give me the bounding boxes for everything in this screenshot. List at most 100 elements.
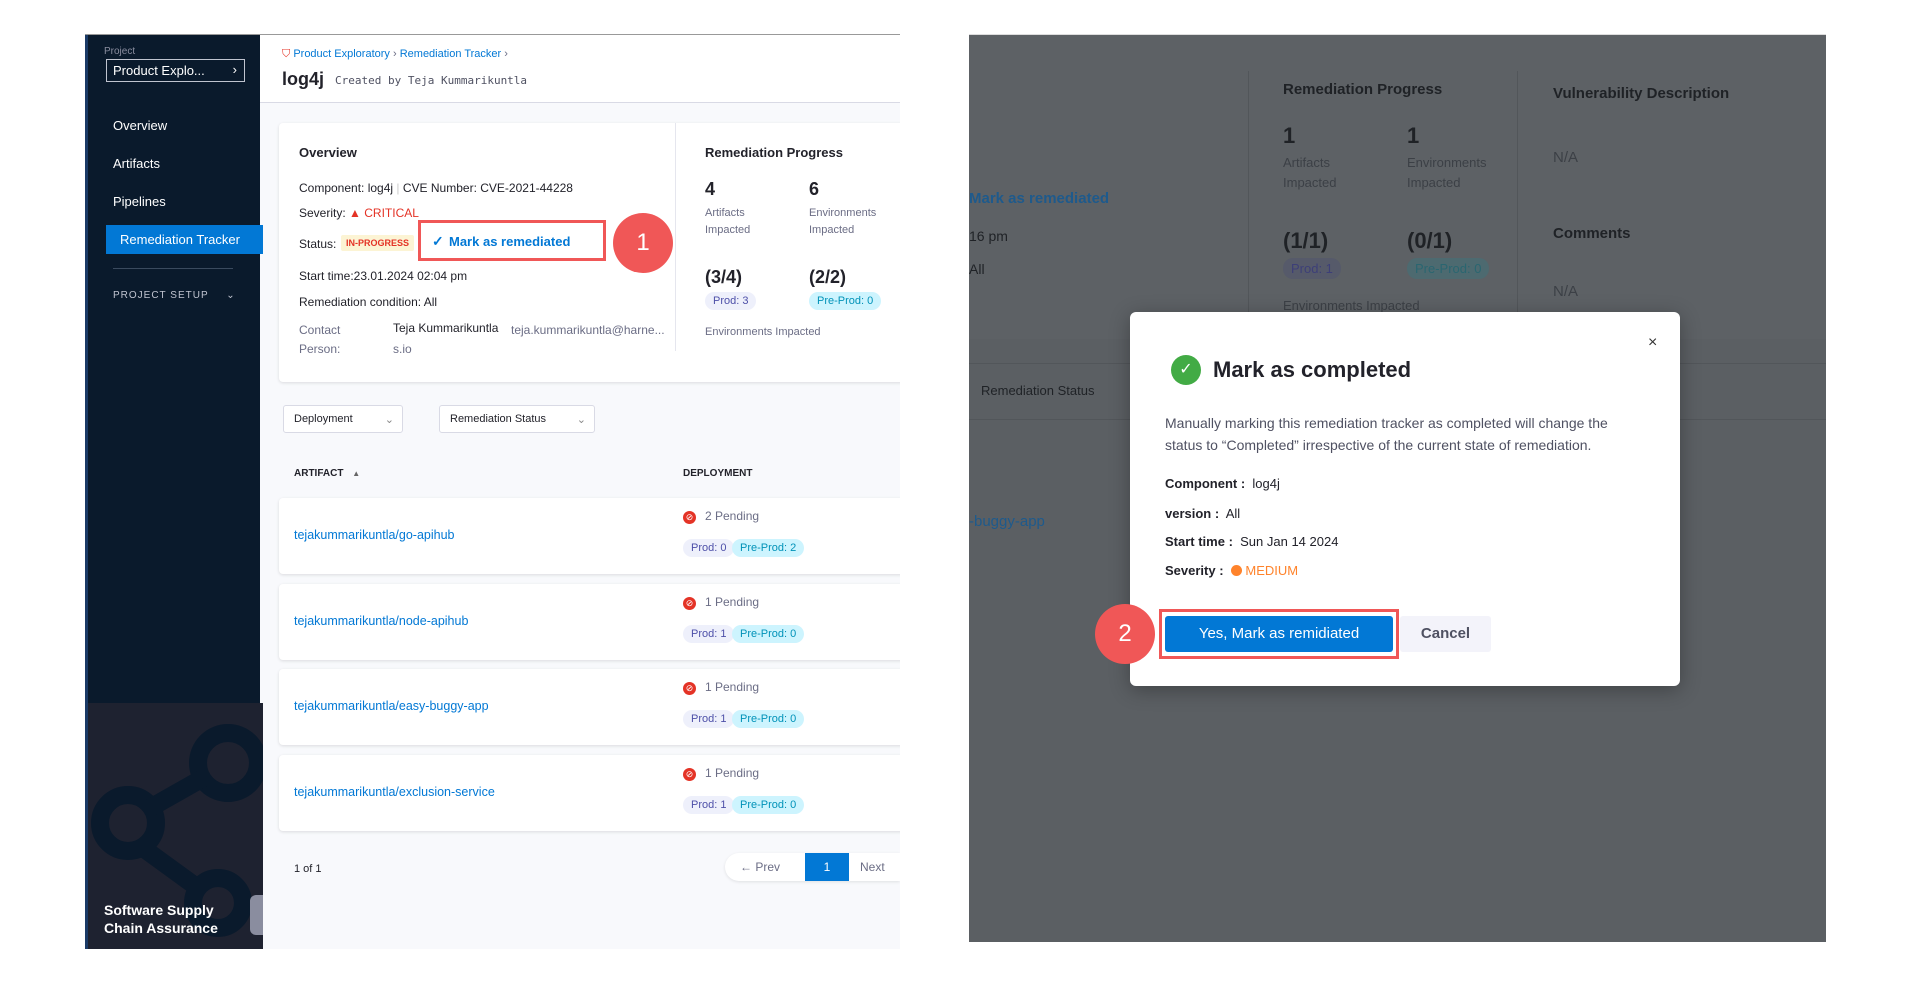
component-value: log4j xyxy=(367,181,394,195)
bg-prod-pill: Prod: 1 xyxy=(1283,258,1341,279)
preprod-pill: Pre-Prod: 0 xyxy=(809,292,882,310)
shield-icon: ⛉ xyxy=(282,48,291,60)
contact-label-2: Person: xyxy=(299,342,341,356)
pagination: ← Prev 1 Next xyxy=(725,853,900,881)
pending-count: 2 Pending xyxy=(705,509,760,523)
chevron-down-icon: ⌄ xyxy=(576,414,586,426)
prod-pill: Prod: 1 xyxy=(683,710,735,728)
table-row[interactable]: tejakummarikuntla/easy-buggy-app ⊘ 1 Pen… xyxy=(279,669,900,745)
next-button[interactable]: Next xyxy=(860,860,885,874)
remediation-status-filter[interactable]: Remediation Status ⌄ xyxy=(439,405,595,433)
mark-as-remediated-button[interactable]: ✓ Mark as remediated xyxy=(418,220,606,261)
bg-progress-footer: Environments Impacted xyxy=(1283,298,1420,313)
pagination-summary: 1 of 1 xyxy=(294,863,322,875)
sidebar-item-overview[interactable]: Overview xyxy=(113,118,167,133)
prod-pill: Prod: 1 xyxy=(683,624,735,643)
bg-column-remediation-status: Remediation Status xyxy=(981,383,1095,398)
bg-ratio-preprod: (0/1) xyxy=(1407,228,1453,253)
env-label-1: Environments xyxy=(809,207,877,219)
sidebar-item-remediation-tracker[interactable]: Remediation Tracker xyxy=(106,225,263,254)
bg-ratio-prod: (1/1) xyxy=(1283,228,1329,253)
module-name: Software Supply Chain Assurance xyxy=(104,901,218,937)
env-label: Environments Impacted xyxy=(809,205,876,239)
mark-remediated-partial: Mark as remediated xyxy=(969,190,1110,207)
vulnerability-heading: Vulnerability Description xyxy=(1553,85,1730,102)
page-1-button[interactable]: 1 xyxy=(805,853,849,881)
confirm-remediated-button[interactable]: Yes, Mark as remidiated xyxy=(1165,616,1393,652)
status-label: Status: xyxy=(299,237,337,251)
warning-triangle-icon: ▲ xyxy=(349,206,361,220)
dialog-title: Mark as completed xyxy=(1213,357,1412,382)
close-icon[interactable]: × xyxy=(1648,334,1657,352)
preprod-pill: Pre-Prod: 0 xyxy=(732,795,805,814)
artifact-link[interactable]: tejakummarikuntla/exclusion-service xyxy=(294,785,495,799)
step-2-callout: 2 xyxy=(1095,604,1155,664)
bg-env-label-2: Impacted xyxy=(1407,175,1461,190)
breadcrumb-remediation-tracker[interactable]: Remediation Tracker xyxy=(400,48,502,60)
step-1-callout: 1 xyxy=(613,213,673,273)
bg-env-label: Environments Impacted xyxy=(1407,153,1486,193)
progress-footer: Environments Impacted xyxy=(705,326,821,338)
version-value: All xyxy=(1225,506,1241,521)
artifacts-label-1: Artifacts xyxy=(705,207,745,219)
project-setup-toggle[interactable]: PROJECT SETUP ⌄ xyxy=(113,290,236,301)
column-header-artifact[interactable]: ARTIFACT ▲ xyxy=(294,468,360,479)
preprod-pill: Pre-Prod: 0 xyxy=(732,710,805,728)
prev-button[interactable]: ← Prev xyxy=(740,860,780,874)
page-header: ⛉ Product Exploratory › Remediation Trac… xyxy=(260,35,900,103)
description-line-1: Manually marking this remediation tracke… xyxy=(1165,415,1608,431)
table-row[interactable]: tejakummarikuntla/node-apihub ⊘ 1 Pendin… xyxy=(279,583,900,660)
severity-label: Severity : xyxy=(1165,563,1224,578)
breadcrumb: ⛉ Product Exploratory › Remediation Trac… xyxy=(282,48,508,60)
table-row[interactable]: tejakummarikuntla/exclusion-service ⊘ 1 … xyxy=(279,754,900,831)
artifact-link[interactable]: tejakummarikuntla/go-apihub xyxy=(294,528,455,542)
detail-severity: Severity : MEDIUM xyxy=(1165,563,1298,578)
breadcrumb-product-exploratory[interactable]: Product Exploratory xyxy=(293,48,390,60)
artifact-header-label: ARTIFACT xyxy=(294,468,344,479)
status-filter-label: Remediation Status xyxy=(450,413,546,425)
env-label-2: Impacted xyxy=(809,224,855,236)
component-label: Component : xyxy=(1165,476,1246,491)
detail-version: version : All xyxy=(1165,506,1240,521)
main-content: ⛉ Product Exploratory › Remediation Trac… xyxy=(260,35,900,949)
condition-value: All xyxy=(423,295,438,309)
table-row[interactable]: tejakummarikuntla/go-apihub ⊘ 2 Pending … xyxy=(279,498,900,574)
remediation-condition: Remediation condition: All xyxy=(299,295,437,309)
project-setup-label: PROJECT SETUP xyxy=(113,290,209,301)
contact-label: Contact Person: xyxy=(299,321,340,359)
bg-artifacts-label: Artifacts Impacted xyxy=(1283,153,1336,193)
bg-progress-heading: Remediation Progress xyxy=(1283,81,1443,98)
artifact-link[interactable]: tejakummarikuntla/node-apihub xyxy=(294,614,468,628)
mark-as-completed-dialog: × ✓ Mark as completed Manually marking t… xyxy=(1130,312,1680,686)
overview-heading: Overview xyxy=(299,145,357,160)
chevron-down-icon: ⌄ xyxy=(226,290,236,301)
sidebar-item-pipelines[interactable]: Pipelines xyxy=(113,194,166,209)
bg-artifacts-label-2: Impacted xyxy=(1283,175,1337,190)
sidebar-item-artifacts[interactable]: Artifacts xyxy=(113,156,160,171)
deployment-filter-label: Deployment xyxy=(294,413,353,425)
contact-email: teja.kummarikuntla@harne... s.io xyxy=(393,321,665,359)
vulnerability-value: N/A xyxy=(1553,149,1579,166)
contact-label-1: Contact xyxy=(299,323,341,337)
overview-card: Overview Component: log4j | CVE Number: … xyxy=(279,123,900,382)
artifact-link[interactable]: tejakummarikuntla/easy-buggy-app xyxy=(294,699,489,713)
ratio-prod: (3/4) xyxy=(705,267,743,287)
project-selector[interactable]: Product Explo... › xyxy=(106,59,245,82)
time-partial: 16 pm xyxy=(969,228,1008,244)
prod-pill: Prod: 3 xyxy=(705,292,757,310)
prod-pill: Prod: 0 xyxy=(683,539,735,557)
created-by: Created by Teja Kummarikuntla xyxy=(335,74,528,87)
description-line-2: status to “Completed” irrespective of th… xyxy=(1165,437,1592,453)
bg-env-count: 1 xyxy=(1407,123,1420,148)
module-name-line1: Software Supply xyxy=(104,902,214,918)
component-row: Component: log4j | CVE Number: CVE-2021-… xyxy=(299,181,573,195)
cancel-button[interactable]: Cancel xyxy=(1400,616,1491,652)
detail-component: Component : log4j xyxy=(1165,476,1280,491)
project-label: Project xyxy=(104,46,136,57)
deployment-filter[interactable]: Deployment ⌄ xyxy=(283,405,403,433)
pending-icon: ⊘ xyxy=(683,767,696,781)
component-label: Component: xyxy=(299,181,365,195)
pending-icon: ⊘ xyxy=(683,682,696,695)
pending-count: 1 Pending xyxy=(705,594,760,609)
contact-email-2: s.io xyxy=(393,342,412,356)
